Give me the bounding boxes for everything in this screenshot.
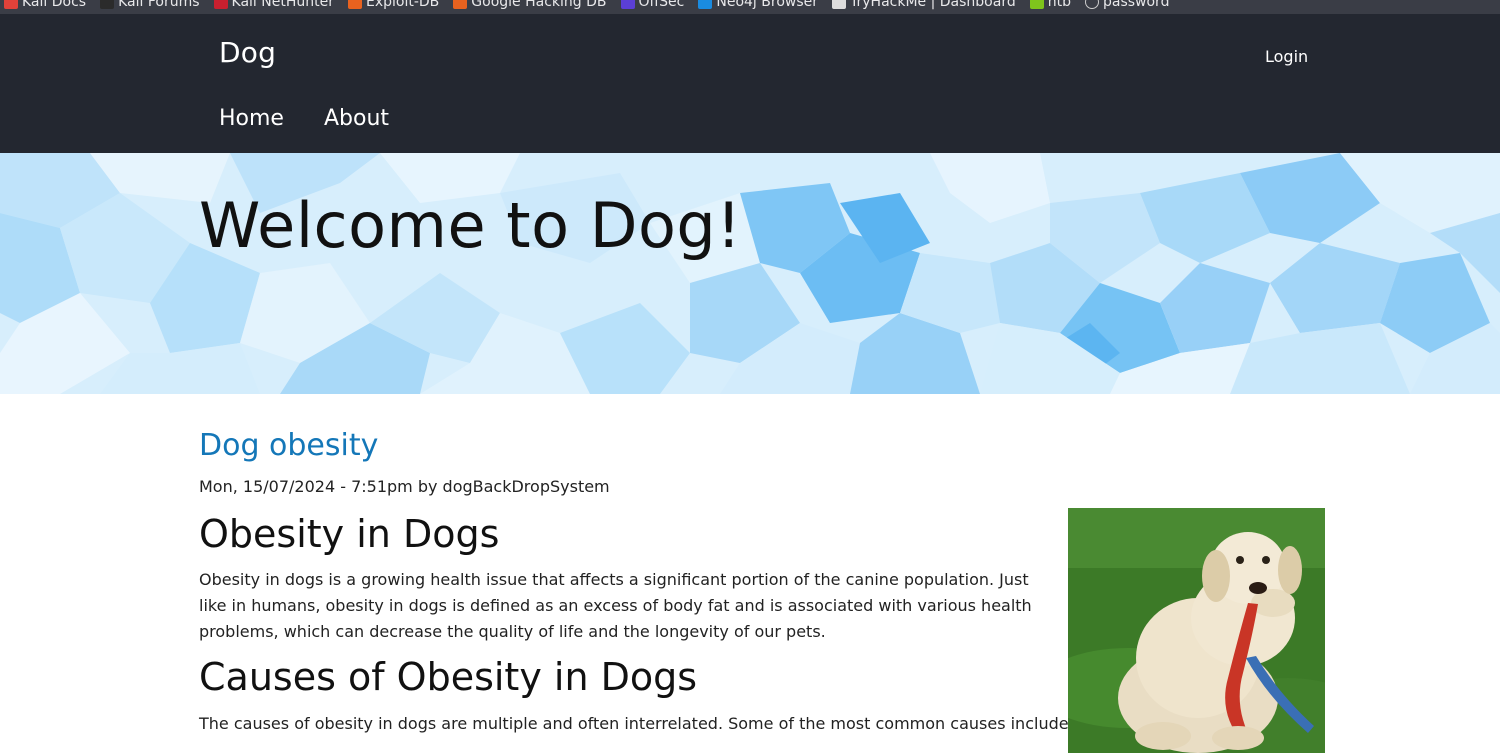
kali-forums-icon [100, 0, 115, 9]
bookmark-google-hacking-db[interactable]: Google Hacking DB [453, 0, 607, 10]
hero-title: Welcome to Dog! [199, 189, 742, 262]
neo4j-icon [698, 0, 713, 9]
bookmarks-toolbar: Kali Docs Kali Forums Kali NetHunter Exp… [0, 0, 1500, 14]
dog-photo [1068, 508, 1325, 753]
bookmark-label: OffSec [638, 0, 685, 10]
bookmark-exploit-db[interactable]: Exploit-DB [347, 0, 440, 10]
main-nav: Home About [219, 106, 389, 131]
post-title-link[interactable]: Dog obesity [199, 428, 378, 463]
kali-nethunter-icon [213, 0, 228, 9]
bookmark-kali-forums[interactable]: Kali Forums [100, 0, 200, 10]
site-header: Dog Login Home About [0, 14, 1500, 153]
bookmark-label: Google Hacking DB [471, 0, 607, 10]
bookmark-kali-docs[interactable]: Kali Docs [4, 0, 86, 9]
globe-icon [1084, 0, 1099, 9]
bookmark-label: Kali NetHunter [231, 0, 334, 10]
bookmark-offsec[interactable]: OffSec [620, 0, 685, 10]
bookmark-neo4j-browser[interactable]: Neo4j Browser [698, 0, 818, 9]
nav-home-link[interactable]: Home [219, 106, 284, 131]
nav-about-link[interactable]: About [324, 106, 389, 131]
bookmark-label: htb [1047, 0, 1071, 10]
tryhackme-icon [832, 0, 847, 9]
site-name-link[interactable]: Dog [219, 36, 276, 69]
bookmark-label: Kali Docs [22, 0, 87, 10]
post-meta: Mon, 15/07/2024 - 7:51pm by dogBackDropS… [199, 477, 610, 496]
paragraph-causes: The causes of obesity in dogs are multip… [199, 714, 1074, 733]
bookmark-label: Neo4j Browser [716, 0, 819, 10]
bookmark-password[interactable]: password [1084, 0, 1170, 10]
bookmark-label: password [1102, 0, 1170, 10]
kali-docs-icon [4, 0, 18, 9]
htb-icon [1029, 0, 1044, 9]
bookmark-label: TryHackMe | Dashboard [850, 0, 1016, 10]
hero-banner: Welcome to Dog! [0, 153, 1500, 394]
offsec-icon [620, 0, 635, 9]
bookmark-kali-nethunter[interactable]: Kali NetHunter [213, 0, 334, 10]
section-heading-obesity: Obesity in Dogs [199, 512, 500, 556]
google-hacking-db-icon [453, 0, 468, 9]
bookmark-label: Exploit-DB [365, 0, 440, 10]
login-link[interactable]: Login [1265, 47, 1308, 66]
exploit-db-icon [347, 0, 362, 9]
bookmark-htb[interactable]: htb [1029, 0, 1071, 10]
paragraph-intro: Obesity in dogs is a growing health issu… [199, 570, 1032, 641]
bookmark-label: Kali Forums [118, 0, 200, 10]
section-heading-causes: Causes of Obesity in Dogs [199, 655, 698, 699]
bookmark-tryhackme[interactable]: TryHackMe | Dashboard [832, 0, 1016, 9]
